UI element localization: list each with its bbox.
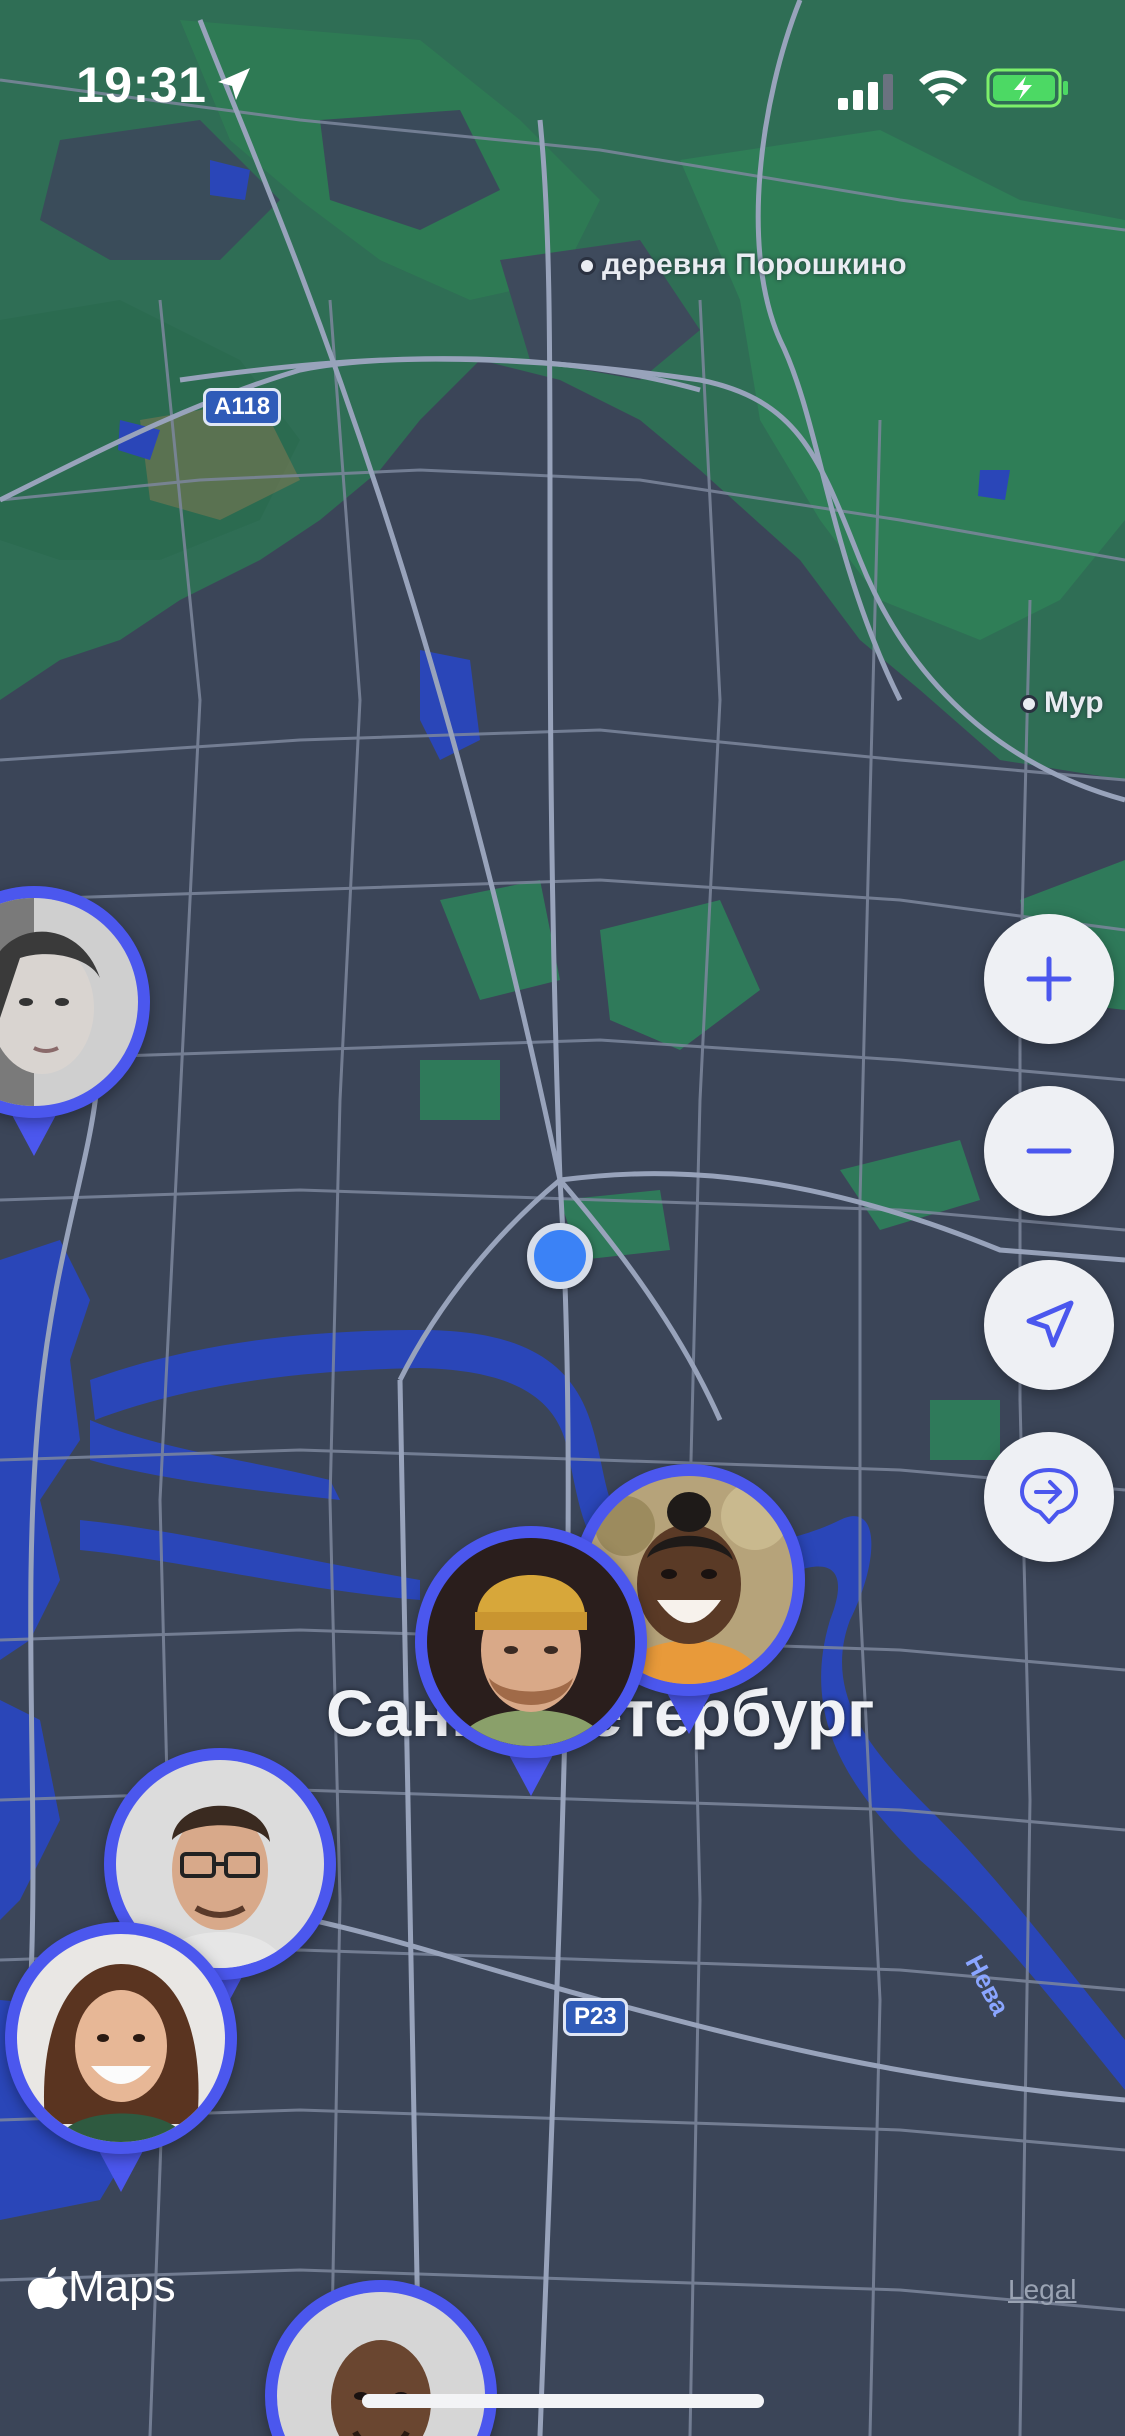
map-view[interactable]: деревня Порошкино Мур Санкт-Петербург A1… xyxy=(0,0,1125,2436)
home-indicator[interactable] xyxy=(362,2394,764,2408)
legal-link[interactable]: Legal xyxy=(1008,2274,1077,2306)
murino-label: Мур xyxy=(1020,686,1104,720)
avatar-woman-bw-image xyxy=(0,898,138,1106)
plus-icon xyxy=(1026,956,1072,1002)
friend-pin-man-beanie[interactable] xyxy=(415,1526,647,1796)
status-bar: 19:31 xyxy=(0,0,1125,140)
apple-logo-icon xyxy=(28,2267,68,2309)
friend-pin-woman-bw[interactable] xyxy=(0,886,150,1156)
road-shield-a118: A118 xyxy=(203,388,282,426)
route-pin-icon xyxy=(1020,1468,1078,1524)
battery-charging-icon xyxy=(986,68,1068,108)
avatar-woman-curly-image xyxy=(17,1934,225,2142)
locate-me-button[interactable] xyxy=(984,1260,1114,1390)
friend-pin-man-bald[interactable] xyxy=(265,2280,497,2436)
avatar-man-bald-image xyxy=(277,2292,485,2436)
status-time: 19:31 xyxy=(76,57,207,113)
murino-dot xyxy=(1020,695,1038,714)
avatar-man-beanie-image xyxy=(427,1538,635,1746)
route-button[interactable] xyxy=(984,1432,1114,1562)
navigation-arrow-icon xyxy=(1026,1300,1074,1348)
road-shield-r23: P23 xyxy=(563,1998,628,2036)
village-label: деревня Порошкино xyxy=(578,248,907,282)
apple-maps-logo[interactable]: Maps xyxy=(28,2262,176,2312)
village-dot xyxy=(578,257,596,276)
zoom-in-button[interactable] xyxy=(984,914,1114,1044)
friend-avatar xyxy=(17,1934,225,2142)
friend-avatar xyxy=(0,898,138,1106)
friend-avatar xyxy=(277,2292,485,2436)
cellular-signal-icon xyxy=(838,74,893,110)
minus-icon xyxy=(1026,1148,1072,1154)
current-location-dot[interactable] xyxy=(527,1223,593,1289)
location-arrow-icon xyxy=(218,68,250,100)
zoom-out-button[interactable] xyxy=(984,1086,1114,1216)
friend-avatar xyxy=(427,1538,635,1746)
friend-pin-woman-curly[interactable] xyxy=(5,1922,237,2192)
maps-text: Maps xyxy=(68,2262,176,2311)
wifi-icon xyxy=(919,70,967,106)
